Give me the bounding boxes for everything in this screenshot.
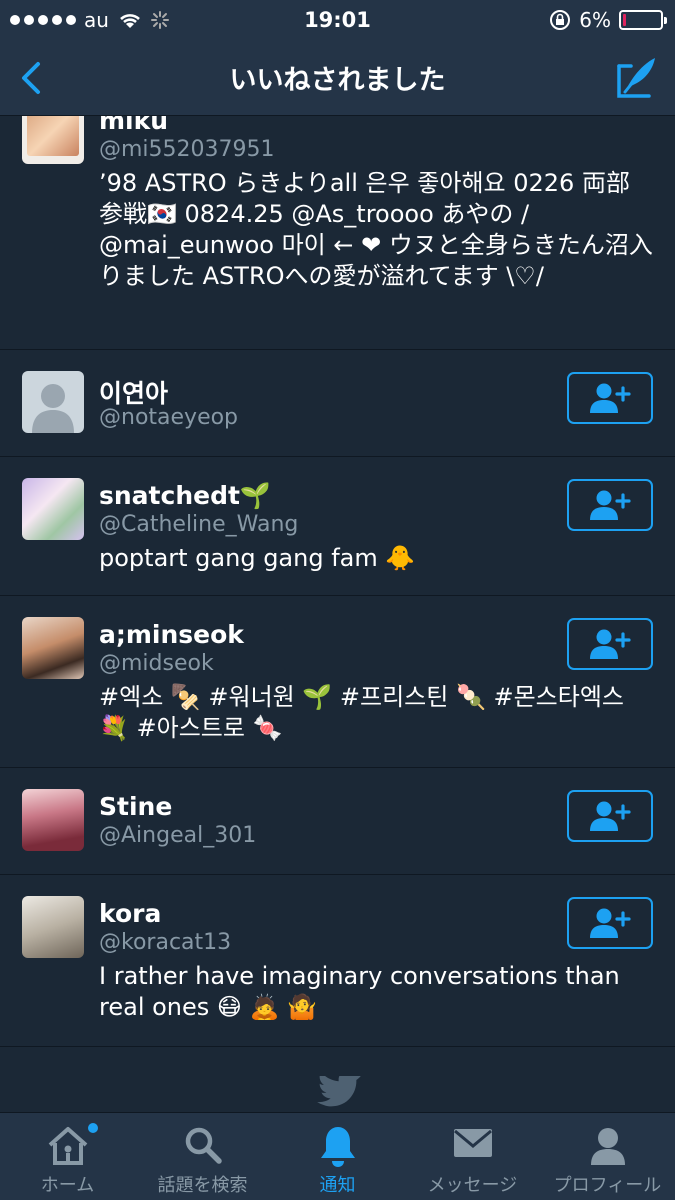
user-row[interactable]: miku @mi552037951 ’98 ASTRO らきよりall 은우 좋…	[0, 116, 675, 350]
tab-messages[interactable]: メッセージ	[405, 1113, 540, 1200]
avatar	[22, 116, 84, 164]
tab-home[interactable]: ホーム	[0, 1113, 135, 1200]
status-bar: au 19:01 6%	[0, 0, 675, 40]
user-handle: @Catheline_Wang	[99, 512, 299, 537]
search-icon	[185, 1127, 222, 1164]
avatar	[22, 896, 84, 958]
user-handle: @koracat13	[99, 930, 232, 955]
add-user-icon	[590, 629, 631, 659]
avatar	[22, 371, 84, 433]
twitter-bird-icon	[317, 1076, 361, 1107]
user-handle: @midseok	[99, 651, 214, 676]
follow-button[interactable]	[567, 479, 653, 531]
user-handle: @notaeyeop	[99, 405, 239, 430]
user-bio: #엑소 🍢 #워너원 🌱 #프리스틴 🍡 #몬스타엑스 💐 #아스트로 🍬	[99, 683, 624, 742]
tab-profile[interactable]: プロフィール	[540, 1113, 675, 1200]
user-row[interactable]: kora @koracat13 I rather have imaginary …	[0, 875, 675, 1047]
battery-percent: 6%	[579, 8, 611, 32]
compose-tweet-icon[interactable]	[611, 52, 661, 102]
tab-search[interactable]: 話題を検索	[135, 1113, 270, 1200]
tab-label: 通知	[319, 1175, 356, 1196]
user-bio: ’98 ASTRO らきよりall 은우 좋아해요 0226 両部参戦🇰🇷 08…	[99, 169, 653, 290]
user-row[interactable]: a;minseok @midseok #엑소 🍢 #워너원 🌱 #프리스틴 🍡 …	[0, 596, 675, 768]
profile-icon	[590, 1128, 625, 1165]
follow-button[interactable]	[567, 372, 653, 424]
add-user-icon	[590, 908, 631, 938]
home-icon	[48, 1127, 87, 1165]
add-user-icon	[590, 801, 631, 831]
envelope-icon	[453, 1129, 492, 1157]
follow-button[interactable]	[567, 618, 653, 670]
avatar	[22, 478, 84, 540]
user-name: kora	[99, 899, 162, 928]
user-bio: I rather have imaginary conversations th…	[99, 962, 620, 1021]
add-user-icon	[590, 383, 631, 413]
tab-label: 話題を検索	[157, 1175, 248, 1196]
orientation-lock-icon	[550, 10, 571, 30]
user-handle: @mi552037951	[99, 137, 275, 162]
tab-label: プロフィール	[553, 1175, 662, 1196]
tab-label: ホーム	[40, 1175, 95, 1196]
avatar	[22, 617, 84, 679]
default-profile-icon	[32, 384, 74, 433]
tab-label: メッセージ	[427, 1175, 518, 1196]
bell-icon	[320, 1127, 355, 1167]
follow-button[interactable]	[567, 790, 653, 842]
user-row[interactable]: Stine @Aingeal_301	[0, 768, 675, 875]
user-name: Stine	[99, 792, 173, 821]
battery-icon	[619, 10, 667, 30]
new-content-badge	[88, 1123, 98, 1133]
user-bio: poptart gang gang fam 🐥	[99, 544, 416, 572]
follow-button[interactable]	[567, 897, 653, 949]
tab-bar: ホーム 話題を検索 通知 メッセージ プロフィール	[0, 1112, 675, 1200]
tab-notifications[interactable]: 通知	[270, 1113, 405, 1200]
user-name: a;minseok	[99, 620, 244, 649]
user-name: snatchedt🌱	[99, 481, 272, 510]
user-row[interactable]: snatchedt🌱 @Catheline_Wang poptart gang …	[0, 457, 675, 596]
user-handle: @Aingeal_301	[99, 823, 257, 848]
page-title: いいねされました	[229, 65, 446, 96]
avatar	[22, 789, 84, 851]
add-user-icon	[590, 490, 631, 520]
navigation-bar: いいねされました	[0, 40, 675, 116]
user-row[interactable]: 이연아 @notaeyeop	[0, 350, 675, 457]
user-name: miku	[99, 116, 169, 135]
